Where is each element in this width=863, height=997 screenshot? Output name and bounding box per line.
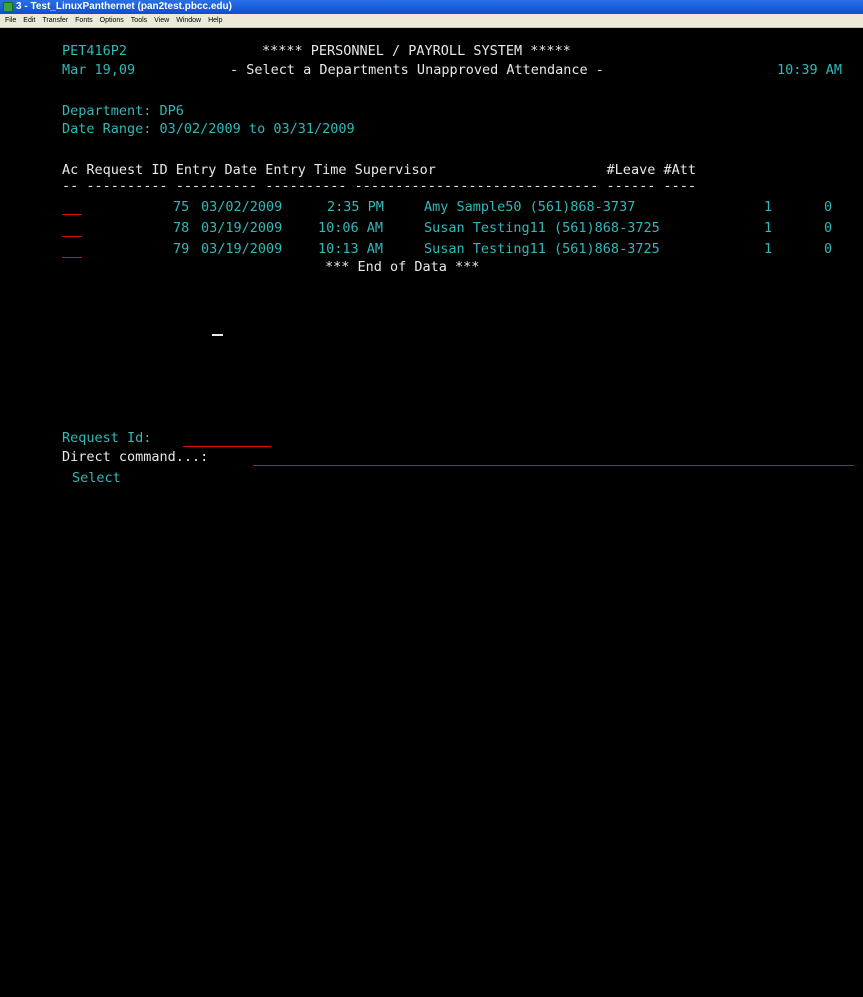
window-title: 3 - Test_LinuxPanthernet (pan2test.pbcc.…: [16, 1, 232, 12]
row-1-supervisor: Amy Sample50 (561)868-3737: [424, 199, 636, 215]
row-2-supervisor: Susan Testing11 (561)868-3725: [424, 220, 660, 236]
menu-fonts[interactable]: Fonts: [75, 14, 93, 27]
department-line: Department: DP6: [62, 103, 184, 119]
row-2-leave: 1: [764, 220, 773, 236]
program-id: PET416P2: [62, 43, 128, 59]
select-function-key[interactable]: Select: [72, 470, 121, 487]
row-2-att: 0: [824, 220, 833, 236]
row-3-id: 79: [173, 241, 190, 257]
menu-file[interactable]: File: [5, 14, 16, 27]
row-2-id: 78: [173, 220, 190, 236]
system-title: ***** PERSONNEL / PAYROLL SYSTEM *****: [262, 43, 571, 59]
request-id-label: Request Id:: [62, 430, 152, 446]
action-field-row-2[interactable]: [62, 236, 82, 237]
text-cursor: [212, 334, 223, 336]
menu-help[interactable]: Help: [208, 14, 222, 27]
action-field-row-1[interactable]: [62, 214, 82, 215]
row-1-time: 2:35 PM: [327, 199, 384, 215]
row-1-date: 03/02/2009: [201, 199, 283, 215]
menu-options[interactable]: Options: [100, 14, 124, 27]
table-divider: -- ---------- ---------- ---------- ----…: [62, 178, 696, 194]
row-3-time: 10:13 AM: [318, 241, 384, 257]
window-title-bar[interactable]: 3 - Test_LinuxPanthernet (pan2test.pbcc.…: [0, 0, 863, 14]
app-icon: [3, 2, 13, 12]
screen-date: Mar 19,09: [62, 62, 136, 78]
menu-edit[interactable]: Edit: [23, 14, 35, 27]
date-range-line: Date Range: 03/02/2009 to 03/31/2009: [62, 121, 355, 137]
menu-view[interactable]: View: [154, 14, 169, 27]
screen-title: - Select a Departments Unapproved Attend…: [230, 62, 604, 78]
row-1-id: 75: [173, 199, 190, 215]
screen-time: 10:39 AM: [777, 62, 843, 78]
terminal-screen: PET416P2 ***** PERSONNEL / PAYROLL SYSTE…: [0, 28, 863, 502]
menu-window[interactable]: Window: [176, 14, 201, 27]
row-3-supervisor: Susan Testing11 (561)868-3725: [424, 241, 660, 257]
table-header: Ac Request ID Entry Date Entry Time Supe…: [62, 162, 696, 178]
direct-command-input[interactable]: [253, 465, 854, 466]
row-3-att: 0: [824, 241, 833, 257]
end-of-data: *** End of Data ***: [325, 259, 480, 275]
menu-bar: File Edit Transfer Fonts Options Tools View Win…: [0, 14, 863, 28]
row-2-time: 10:06 AM: [318, 220, 384, 236]
menu-transfer[interactable]: Transfer: [42, 14, 68, 27]
menu-tools[interactable]: Tools: [131, 14, 147, 27]
row-3-date: 03/19/2009: [201, 241, 283, 257]
direct-command-label: Direct command...:: [62, 449, 209, 465]
row-3-leave: 1: [764, 241, 773, 257]
row-1-att: 0: [824, 199, 833, 215]
action-field-row-3[interactable]: [62, 257, 82, 258]
row-2-date: 03/19/2009: [201, 220, 283, 236]
request-id-input[interactable]: [183, 446, 271, 447]
row-1-leave: 1: [764, 199, 773, 215]
